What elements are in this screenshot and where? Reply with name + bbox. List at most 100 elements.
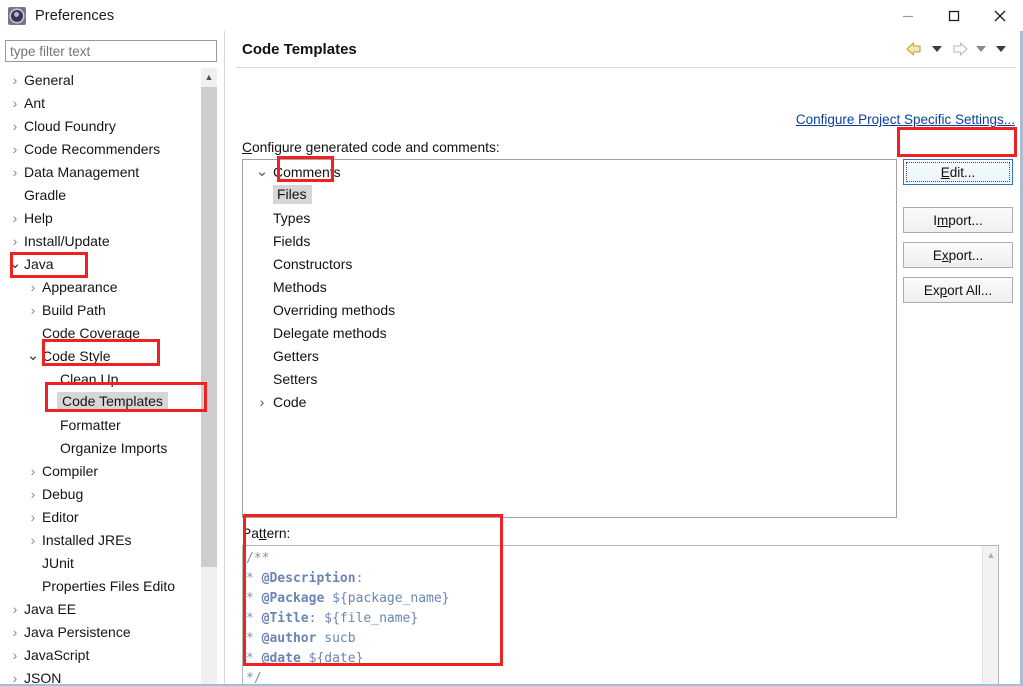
sidebar-item-label: Install/Update	[24, 232, 110, 249]
forward-history-chevron-down-icon[interactable]	[976, 46, 986, 52]
chevron-right-icon[interactable]: ›	[7, 118, 23, 134]
forward-arrow-icon[interactable]	[949, 41, 969, 57]
chevron-right-icon[interactable]: ›	[7, 141, 23, 157]
pattern-token: *	[246, 571, 262, 586]
chevron-down-icon[interactable]: ⌄	[251, 164, 273, 179]
chevron-right-icon[interactable]: ›	[7, 647, 23, 663]
chevron-right-icon[interactable]: ›	[7, 72, 23, 88]
maximize-button[interactable]	[931, 0, 977, 31]
sidebar-item-installed-jres[interactable]: › Installed JREs	[5, 528, 200, 551]
pattern-label-pre: Pa	[242, 526, 259, 541]
template-item-overriding-methods[interactable]: Overriding methods	[243, 298, 896, 321]
sidebar-item-ant[interactable]: › Ant	[5, 91, 200, 114]
pattern-scroll-up-icon[interactable]: ▲	[983, 546, 998, 564]
sidebar-item-label: Formatter	[60, 416, 121, 433]
template-item-getters[interactable]: Getters	[243, 344, 896, 367]
sidebar-item-formatter[interactable]: Formatter	[5, 413, 200, 436]
export-button[interactable]: Export...	[903, 242, 1013, 268]
sidebar-item-label: Code Recommenders	[24, 140, 161, 157]
sidebar-item-code-recommenders[interactable]: › Code Recommenders	[5, 137, 200, 160]
minimize-button[interactable]	[885, 0, 931, 31]
template-item-files[interactable]: Files	[243, 183, 896, 206]
button-label: Export All...	[923, 282, 993, 298]
scroll-up-icon[interactable]: ▲	[201, 68, 217, 86]
sidebar-item-compiler[interactable]: › Compiler	[5, 459, 200, 482]
pattern-line: * @date ${date}	[246, 649, 998, 669]
chevron-right-icon[interactable]: ›	[7, 601, 23, 617]
page-menu-chevron-down-icon[interactable]	[996, 46, 1006, 52]
back-arrow-icon[interactable]	[905, 41, 925, 57]
export-all-button[interactable]: Export All...	[903, 277, 1013, 303]
sidebar-item-data-management[interactable]: › Data Management	[5, 160, 200, 183]
chevron-right-icon[interactable]: ›	[7, 164, 23, 180]
chevron-right-icon[interactable]: ›	[25, 486, 41, 502]
chevron-right-icon[interactable]: ›	[7, 233, 23, 249]
configure-project-specific-settings-link[interactable]: Configure Project Specific Settings...	[796, 112, 1015, 127]
sidebar-item-java[interactable]: ⌄ Java	[5, 252, 200, 275]
chevron-down-icon[interactable]: ⌄	[7, 256, 23, 271]
chevron-right-icon[interactable]: ›	[7, 95, 23, 111]
configure-label-mnemonic: C	[242, 140, 252, 155]
template-item-constructors[interactable]: Constructors	[243, 252, 896, 275]
close-button[interactable]	[977, 0, 1023, 31]
sidebar-item-label: Java Persistence	[24, 623, 131, 640]
template-item-code[interactable]: › Code	[243, 390, 896, 413]
sidebar-item-code-coverage[interactable]: Code Coverage	[5, 321, 200, 344]
preference-tree-scrollbar[interactable]: ▲	[201, 68, 217, 686]
chevron-right-icon[interactable]: ›	[25, 302, 41, 318]
pattern-line: * @author sucb	[246, 629, 998, 649]
sidebar-item-junit[interactable]: JUnit	[5, 551, 200, 574]
edit-button[interactable]: Edit...	[903, 159, 1013, 185]
sidebar-item-java-ee[interactable]: › Java EE	[5, 597, 200, 620]
preference-tree[interactable]: › General › Ant › Cloud Foundry › Code Recommen…	[5, 68, 200, 686]
sidebar-item-gradle[interactable]: Gradle	[5, 183, 200, 206]
sidebar-item-clean-up[interactable]: Clean Up	[5, 367, 200, 390]
template-item-label: Methods	[273, 278, 327, 295]
sidebar-item-label: Properties Files Edito	[42, 577, 176, 594]
sidebar-item-help[interactable]: › Help	[5, 206, 200, 229]
chevron-right-icon[interactable]: ›	[7, 624, 23, 640]
sidebar-item-label: Java	[24, 255, 54, 272]
search-input[interactable]	[5, 40, 217, 62]
pattern-line: * @Title: ${file_name}	[246, 609, 998, 629]
template-item-delegate-methods[interactable]: Delegate methods	[243, 321, 896, 344]
sidebar-item-organize-imports[interactable]: Organize Imports	[5, 436, 200, 459]
sidebar-item-appearance[interactable]: › Appearance	[5, 275, 200, 298]
button-label: Edit...	[940, 164, 976, 180]
chevron-right-icon[interactable]: ›	[7, 210, 23, 226]
chevron-right-icon[interactable]: ›	[25, 532, 41, 548]
sidebar-item-label: Code Coverage	[42, 324, 141, 341]
sidebar-item-install-update[interactable]: › Install/Update	[5, 229, 200, 252]
sidebar-item-label: Appearance	[42, 278, 118, 295]
sidebar-item-label: Editor	[42, 508, 79, 525]
template-item-comments[interactable]: ⌄ Comments	[243, 160, 896, 183]
back-history-chevron-down-icon[interactable]	[932, 46, 942, 52]
chevron-right-icon[interactable]: ›	[251, 394, 273, 410]
sidebar-item-cloud-foundry[interactable]: › Cloud Foundry	[5, 114, 200, 137]
template-item-label: Code	[273, 393, 307, 410]
chevron-right-icon[interactable]: ›	[25, 279, 41, 295]
chevron-right-icon[interactable]: ›	[25, 509, 41, 525]
template-item-types[interactable]: Types	[243, 206, 896, 229]
sidebar-item-build-path[interactable]: › Build Path	[5, 298, 200, 321]
sidebar-item-javascript[interactable]: › JavaScript	[5, 643, 200, 666]
template-item-setters[interactable]: Setters	[243, 367, 896, 390]
chevron-down-icon[interactable]: ⌄	[25, 348, 41, 363]
sidebar-item-debug[interactable]: › Debug	[5, 482, 200, 505]
scrollbar-thumb[interactable]	[201, 87, 217, 567]
sidebar-item-label: Compiler	[42, 462, 99, 479]
sidebar-item-code-templates[interactable]: Code Templates	[5, 390, 200, 413]
pattern-token: : ${file_name}	[308, 611, 419, 626]
sidebar-item-general[interactable]: › General	[5, 68, 200, 91]
sidebar-item-code-style[interactable]: ⌄ Code Style	[5, 344, 200, 367]
sidebar-item-json[interactable]: › JSON	[5, 666, 200, 686]
chevron-right-icon[interactable]: ›	[25, 463, 41, 479]
template-item-fields[interactable]: Fields	[243, 229, 896, 252]
pattern-scrollbar[interactable]: ▲	[982, 546, 998, 686]
sidebar-item-properties-files-edito[interactable]: Properties Files Edito	[5, 574, 200, 597]
code-templates-tree[interactable]: ⌄ Comments Files Types Fields Constructors Met…	[242, 159, 897, 518]
sidebar-item-editor[interactable]: › Editor	[5, 505, 200, 528]
template-item-methods[interactable]: Methods	[243, 275, 896, 298]
sidebar-item-java-persistence[interactable]: › Java Persistence	[5, 620, 200, 643]
import-button[interactable]: Import...	[903, 207, 1013, 233]
